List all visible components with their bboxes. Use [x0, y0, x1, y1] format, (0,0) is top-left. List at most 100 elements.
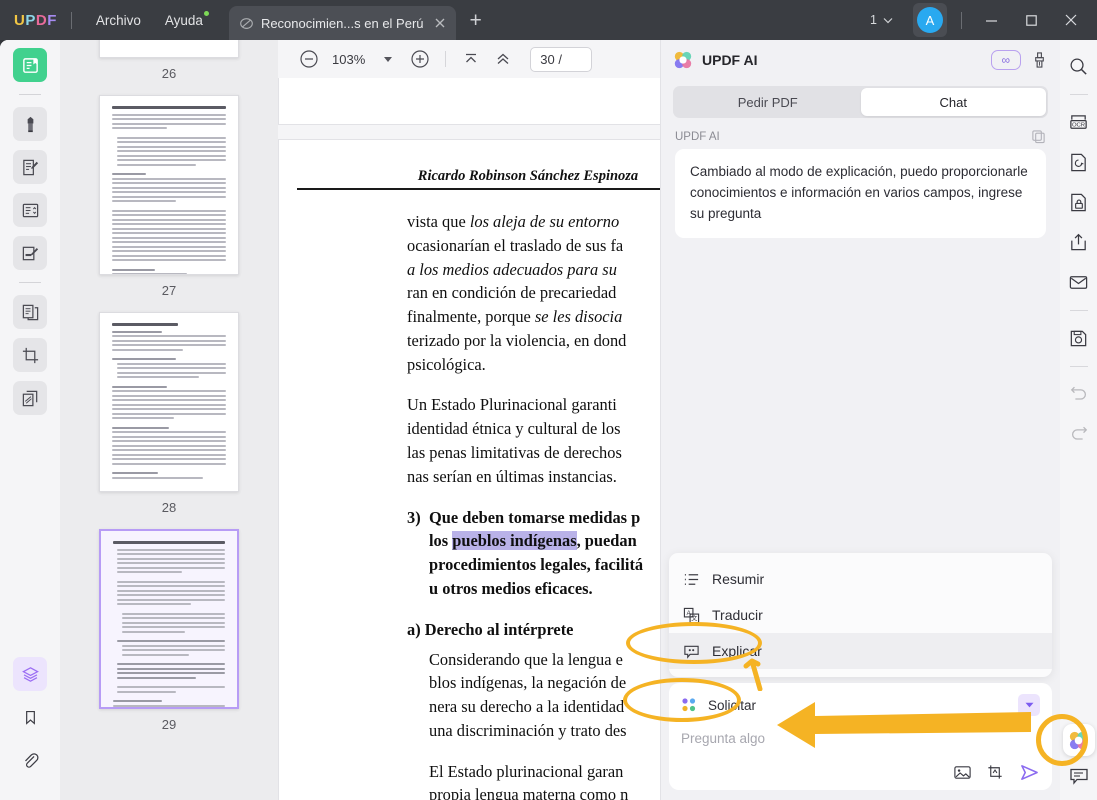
ai-question-input[interactable]: Pregunta algo [681, 731, 1040, 746]
sidebar-item-search-tool[interactable] [1065, 52, 1093, 80]
sidebar-item-attachments-panel[interactable] [13, 743, 47, 777]
zoom-dropdown-button[interactable] [373, 44, 403, 74]
avatar: A [917, 7, 943, 33]
left-rail-bottom-group [13, 657, 47, 786]
sidebar-item-crop-tool[interactable] [13, 338, 47, 372]
sidebar-item-save-tool[interactable] [1065, 324, 1093, 352]
sidebar-item-share-tool[interactable] [1065, 228, 1093, 256]
sidebar-item-form-tool[interactable] [13, 193, 47, 227]
thumbnail-item[interactable]: 27 [60, 95, 278, 312]
pdf-highlighted-text: pueblos indígenas [452, 531, 577, 551]
maximize-button[interactable] [1011, 4, 1051, 36]
go-to-previous-page-button[interactable] [488, 44, 518, 74]
comment-icon[interactable] [1069, 766, 1089, 786]
clear-chat-brush-icon[interactable] [1031, 51, 1048, 69]
sidebar-item-reader-tool[interactable] [13, 48, 47, 82]
close-icon [1065, 14, 1077, 26]
close-icon[interactable] [434, 17, 446, 29]
account-button[interactable]: A [913, 3, 947, 37]
window-count-selector[interactable]: 1 [864, 9, 899, 31]
marker-pen-icon [27, 116, 33, 132]
tab-pedir-pdf[interactable]: Pedir PDF [675, 88, 861, 116]
sidebar-item-edit-pdf-tool[interactable] [13, 150, 47, 184]
screenshot-crop-icon[interactable] [986, 763, 1005, 782]
thumbnail-item[interactable]: 26 [60, 40, 278, 95]
list-summary-icon [684, 573, 699, 585]
menu-item-traducir[interactable]: A 文 Traducir [669, 597, 1052, 633]
send-arrow-icon[interactable] [1019, 763, 1040, 782]
copy-icon[interactable] [1031, 129, 1046, 144]
ai-mode-dropdown-button[interactable] [1018, 694, 1040, 716]
sidebar-item-sign-tool[interactable] [13, 236, 47, 270]
share-icon [1071, 233, 1086, 250]
chevron-down-icon [1025, 702, 1033, 708]
thumbnail-page-number: 26 [161, 66, 177, 81]
layers-icon [21, 666, 39, 682]
sidebar-item-undo-tool[interactable] [1065, 380, 1093, 408]
sidebar-item-layers-panel[interactable] [13, 657, 47, 691]
menu-archivo[interactable]: Archivo [84, 8, 153, 33]
go-to-first-page-icon [466, 53, 477, 63]
menu-item-explicar[interactable]: Explicar [669, 633, 1052, 669]
document-tab-label: Reconocimien...s en el Perú [260, 15, 424, 31]
zoom-in-button[interactable] [405, 44, 435, 74]
close-window-button[interactable] [1051, 4, 1091, 36]
thumbnail-item[interactable]: 28 [60, 312, 278, 529]
pdf-list-text: Que deben tomarse medidas p los pueblos … [429, 507, 644, 598]
go-to-previous-page-icon [497, 53, 509, 64]
sidebar-item-bookmarks-panel[interactable] [13, 700, 47, 734]
image-icon[interactable] [953, 763, 972, 782]
thumbnail-item[interactable]: 29 [60, 529, 278, 746]
menu-ayuda[interactable]: Ayuda [153, 8, 215, 33]
ocr-icon: OCR [1070, 114, 1087, 129]
ai-mode-row: Solicitar [681, 692, 1040, 718]
minimize-button[interactable] [971, 4, 1011, 36]
new-tab-button[interactable]: + [470, 10, 482, 31]
zoom-out-button[interactable] [294, 44, 324, 74]
page-thumbnails-panel[interactable]: 26 27 28 29 [60, 40, 278, 800]
rail-divider [19, 94, 41, 95]
page-number-field[interactable]: 30 / [530, 46, 593, 72]
sidebar-item-protect-tool[interactable] [1065, 188, 1093, 216]
ai-mode-tabs: Pedir PDF Chat [673, 86, 1048, 118]
zoom-level-value[interactable]: 103% [326, 52, 371, 67]
sidebar-item-redo-tool[interactable] [1065, 420, 1093, 448]
translate-icon: A 文 [683, 607, 700, 623]
sidebar-item-batch-tool[interactable] [13, 381, 47, 415]
crop-icon [22, 347, 38, 363]
thumbnail-page-preview [99, 40, 239, 58]
explain-bubble-icon [684, 645, 699, 659]
titlebar-divider-2 [961, 11, 962, 29]
pdf-list-marker: 3) [407, 507, 421, 527]
right-rail-divider-2 [1069, 310, 1088, 311]
thumbnail-page-number: 28 [161, 500, 177, 515]
sidebar-item-convert-tool[interactable] [1065, 148, 1093, 176]
unlimited-badge[interactable]: ∞ [991, 50, 1021, 70]
form-fields-icon [22, 203, 38, 217]
minimize-icon [985, 19, 997, 22]
ai-action-menu: Resumir A 文 Traducir Explicar [669, 553, 1052, 677]
sidebar-item-ocr-tool[interactable]: OCR [1065, 108, 1093, 136]
menu-item-resumir[interactable]: Resumir [669, 561, 1052, 597]
titlebar-right-group: 1 A [864, 3, 1097, 37]
batch-stack-icon [22, 390, 37, 406]
sidebar-item-email-tool[interactable] [1065, 268, 1093, 296]
pages-icon [22, 304, 38, 320]
search-icon [1070, 58, 1087, 75]
menu-item-label: Resumir [712, 571, 765, 587]
right-rail-divider-3 [1069, 366, 1088, 367]
chevron-down-icon [384, 56, 393, 62]
window-count-value: 1 [870, 13, 877, 27]
updf-logo: UPDF [14, 11, 57, 29]
thumbnail-page-preview [99, 312, 239, 492]
right-rail-bottom-group [1062, 724, 1095, 786]
go-to-first-page-button[interactable] [456, 44, 486, 74]
document-tab[interactable]: Reconocimien...s en el Perú [228, 6, 456, 40]
sidebar-item-annotate-tool[interactable] [13, 107, 47, 141]
save-icon [1070, 330, 1087, 346]
right-rail-divider [1069, 94, 1088, 95]
ai-assistant-button[interactable] [1062, 724, 1095, 756]
menu-item-label: Explicar [712, 643, 762, 659]
sidebar-item-organize-pages-tool[interactable] [13, 295, 47, 329]
tab-chat[interactable]: Chat [860, 88, 1046, 116]
